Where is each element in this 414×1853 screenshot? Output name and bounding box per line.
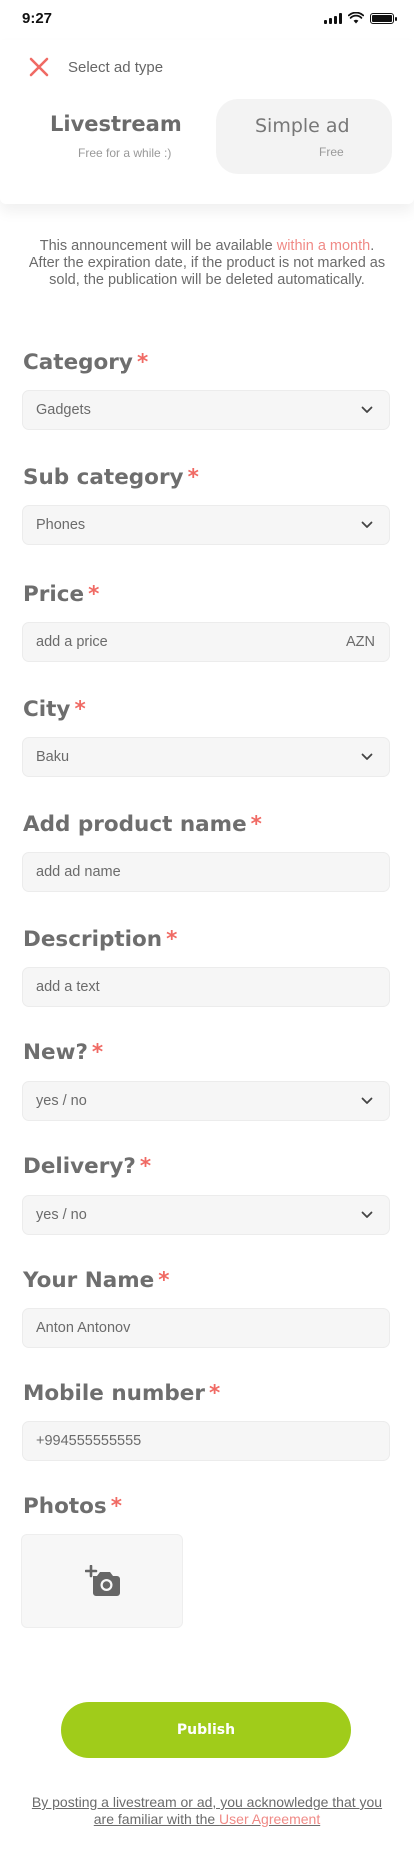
- required-mark: *: [187, 465, 199, 490]
- notice-text: This announcement will be available: [39, 238, 277, 254]
- chevron-down-icon: [361, 753, 373, 760]
- label-text: Price: [23, 582, 85, 607]
- ad-type-subtitle: Free: [319, 145, 344, 159]
- signal-icon: [324, 12, 342, 24]
- mobile-value: +994555555555: [36, 1433, 142, 1449]
- city-value: Baku: [36, 749, 70, 765]
- photos-label: Photos *: [23, 1494, 122, 1519]
- status-bar: 9:27: [0, 0, 414, 40]
- ad-type-livestream[interactable]: Livestream Free for a while :): [20, 100, 190, 172]
- required-mark: *: [166, 927, 178, 952]
- chevron-down-icon: [361, 1097, 373, 1104]
- city-label: City *: [23, 697, 86, 722]
- required-mark: *: [139, 1154, 152, 1179]
- description-label: Description *: [23, 927, 177, 952]
- battery-icon: [370, 12, 397, 24]
- label-text: City: [23, 697, 71, 722]
- ad-type-name: Livestream: [50, 112, 182, 136]
- delivery-label: Delivery? *: [23, 1154, 151, 1179]
- availability-notice: This announcement will be available with…: [26, 238, 388, 289]
- label-text: Your Name: [23, 1268, 155, 1293]
- user-agreement-link[interactable]: User Agreement: [219, 1811, 320, 1827]
- your-name-label: Your Name *: [23, 1268, 170, 1293]
- wifi-icon: [348, 12, 364, 24]
- notice-highlight: within a month: [276, 238, 371, 254]
- delivery-select[interactable]: yes / no: [22, 1195, 390, 1235]
- product-name-label: Add product name *: [23, 812, 262, 837]
- new-label: New? *: [23, 1040, 103, 1065]
- required-mark: *: [158, 1268, 170, 1293]
- label-text: Mobile number: [23, 1381, 205, 1406]
- label-text: Description: [23, 927, 163, 952]
- status-time: 9:27: [22, 10, 53, 27]
- required-mark: *: [74, 697, 86, 722]
- currency-label: AZN: [346, 634, 375, 650]
- label-text: Delivery?: [23, 1154, 136, 1179]
- label-text: Sub category: [23, 465, 184, 490]
- description-placeholder: add a text: [36, 979, 100, 995]
- category-value: Gadgets: [36, 402, 91, 418]
- your-name-input[interactable]: Anton Antonov: [22, 1308, 390, 1348]
- subcategory-value: Phones: [36, 517, 86, 533]
- status-icons: [324, 12, 397, 24]
- required-mark: *: [110, 1494, 122, 1519]
- category-label: Category *: [23, 350, 148, 375]
- add-photo-button[interactable]: [21, 1534, 183, 1628]
- product-name-placeholder: add ad name: [36, 864, 121, 880]
- required-mark: *: [136, 350, 149, 375]
- chevron-down-icon: [361, 406, 373, 413]
- close-icon[interactable]: [28, 56, 50, 78]
- city-select[interactable]: Baku: [22, 737, 390, 777]
- price-input[interactable]: add a price AZN: [22, 622, 390, 662]
- label-text: Photos: [23, 1494, 107, 1519]
- your-name-value: Anton Antonov: [36, 1320, 131, 1336]
- subcategory-select[interactable]: Phones: [22, 505, 390, 545]
- new-value: yes / no: [36, 1093, 87, 1109]
- footer-text: By posting a livestream or ad, you ackno…: [31, 1794, 383, 1827]
- required-mark: *: [250, 812, 262, 837]
- required-mark: *: [208, 1381, 221, 1406]
- chevron-down-icon: [361, 521, 373, 528]
- label-text: Add product name: [23, 812, 247, 837]
- publish-button[interactable]: Publish: [61, 1702, 351, 1758]
- user-agreement-note: By posting a livestream or ad, you ackno…: [30, 1794, 384, 1828]
- required-mark: *: [88, 582, 100, 607]
- category-select[interactable]: Gadgets: [22, 390, 390, 430]
- mobile-label: Mobile number *: [23, 1381, 220, 1406]
- new-select[interactable]: yes / no: [22, 1081, 390, 1121]
- ad-type-simple[interactable]: Simple ad Free: [216, 99, 392, 174]
- product-name-input[interactable]: add ad name: [22, 852, 390, 892]
- description-input[interactable]: add a text: [22, 967, 390, 1007]
- select-ad-type-title: Select ad type: [68, 59, 164, 76]
- mobile-input[interactable]: +994555555555: [22, 1421, 390, 1461]
- ad-type-subtitle: Free for a while :): [78, 146, 172, 160]
- price-placeholder: add a price: [36, 634, 108, 650]
- add-photo-icon: [85, 1565, 120, 1596]
- label-text: New?: [23, 1040, 88, 1065]
- label-text: Category: [23, 350, 133, 375]
- delivery-value: yes / no: [36, 1207, 87, 1223]
- ad-type-name: Simple ad: [255, 115, 350, 137]
- required-mark: *: [91, 1040, 104, 1065]
- price-label: Price *: [23, 582, 99, 607]
- subcategory-label: Sub category *: [23, 465, 199, 490]
- chevron-down-icon: [361, 1211, 373, 1218]
